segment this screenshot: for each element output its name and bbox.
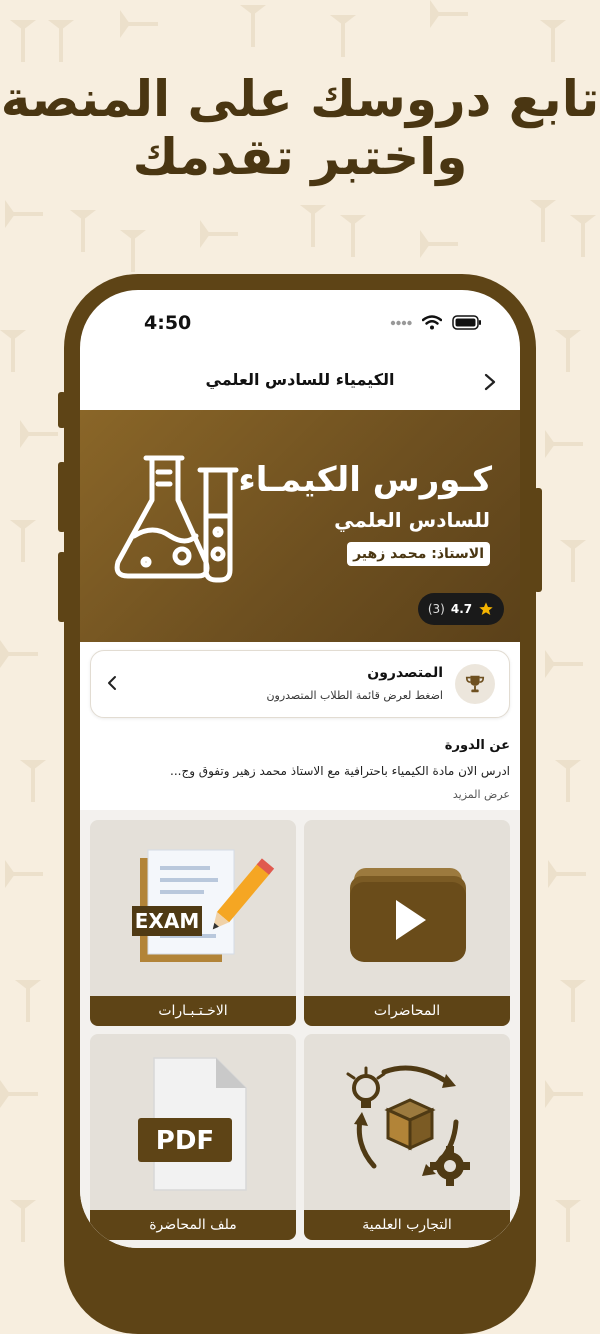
- video-play-icon: [350, 868, 466, 962]
- course-title: كـورس الكيمـاء: [238, 460, 492, 500]
- lecture-file-card[interactable]: PDF ملف المحاضرة: [90, 1034, 296, 1240]
- lectures-card[interactable]: المحاضرات: [304, 820, 510, 1026]
- about-description: ادرس الان مادة الكيمياء باحترافية مع الا…: [170, 764, 510, 778]
- rating-badge: (3) 4.7: [418, 593, 504, 625]
- toppers-card[interactable]: المتصدرون اضغط لعرض قائمة الطلاب المتصدر…: [90, 650, 510, 718]
- experiments-label: التجارب العلمية: [304, 1210, 510, 1240]
- toppers-subtitle: اضغط لعرض قائمة الطلاب المتصدرون: [266, 689, 443, 702]
- headline-line-1: تابع دروسك على المنصة: [0, 70, 600, 128]
- status-bar: 4:50: [80, 290, 520, 352]
- rating-count: (3): [427, 602, 445, 616]
- teacher-badge: الاستاذ: محمد زهير: [347, 542, 490, 566]
- about-title: عن الدورة: [444, 738, 510, 753]
- lectures-label: المحاضرات: [304, 996, 510, 1026]
- promo-headline: تابع دروسك على المنصة واختبر تقدمك: [0, 70, 600, 186]
- svg-text:PDF: PDF: [156, 1126, 214, 1156]
- svg-text:EXAM: EXAM: [135, 909, 199, 933]
- experiments-card[interactable]: التجارب العلمية: [304, 1034, 510, 1240]
- trophy-icon: [465, 675, 485, 693]
- chevron-right-icon[interactable]: [482, 372, 498, 392]
- rating-value: 4.7: [450, 602, 473, 616]
- sections-grid: المحاضرات EXAM الاخـتـبـارات التجارب الع…: [80, 810, 520, 1248]
- course-hero-banner: كـورس الكيمـاء للسادس العلمي الاستاذ: مح…: [80, 410, 520, 642]
- app-bar-title: الكيمياء للسادس العلمي: [205, 370, 395, 389]
- about-course-section: عن الدورة ادرس الان مادة الكيمياء باحترا…: [80, 726, 520, 812]
- headline-line-2: واختبر تقدمك: [132, 128, 468, 186]
- show-more-link[interactable]: عرض المزيد: [453, 788, 510, 801]
- course-subtitle: للسادس العلمي: [334, 508, 490, 532]
- lecture-file-label: ملف المحاضرة: [90, 1210, 296, 1240]
- phone-screen: 4:50 الكيمياء للسادس العلمي كـورس الكيمـ…: [80, 290, 520, 1248]
- experiment-box-gear-icon: [346, 1065, 470, 1186]
- star-icon: [479, 602, 493, 615]
- exams-card[interactable]: EXAM الاخـتـبـارات: [90, 820, 296, 1026]
- pdf-file-icon: PDF: [138, 1057, 247, 1191]
- chemistry-flasks-icon: [114, 455, 239, 583]
- exam-pencil-icon: EXAM: [132, 849, 275, 962]
- signal-dots-icon: [390, 320, 412, 325]
- battery-icon: [452, 315, 481, 330]
- chevron-left-icon: [108, 676, 116, 690]
- toppers-title: المتصدرون: [367, 665, 443, 681]
- wifi-icon: [422, 315, 442, 330]
- exams-label: الاخـتـبـارات: [90, 996, 296, 1026]
- app-bar: الكيمياء للسادس العلمي: [80, 352, 520, 410]
- status-icons: [390, 315, 482, 330]
- status-time: 4:50: [144, 312, 192, 334]
- trophy-badge: [455, 664, 495, 704]
